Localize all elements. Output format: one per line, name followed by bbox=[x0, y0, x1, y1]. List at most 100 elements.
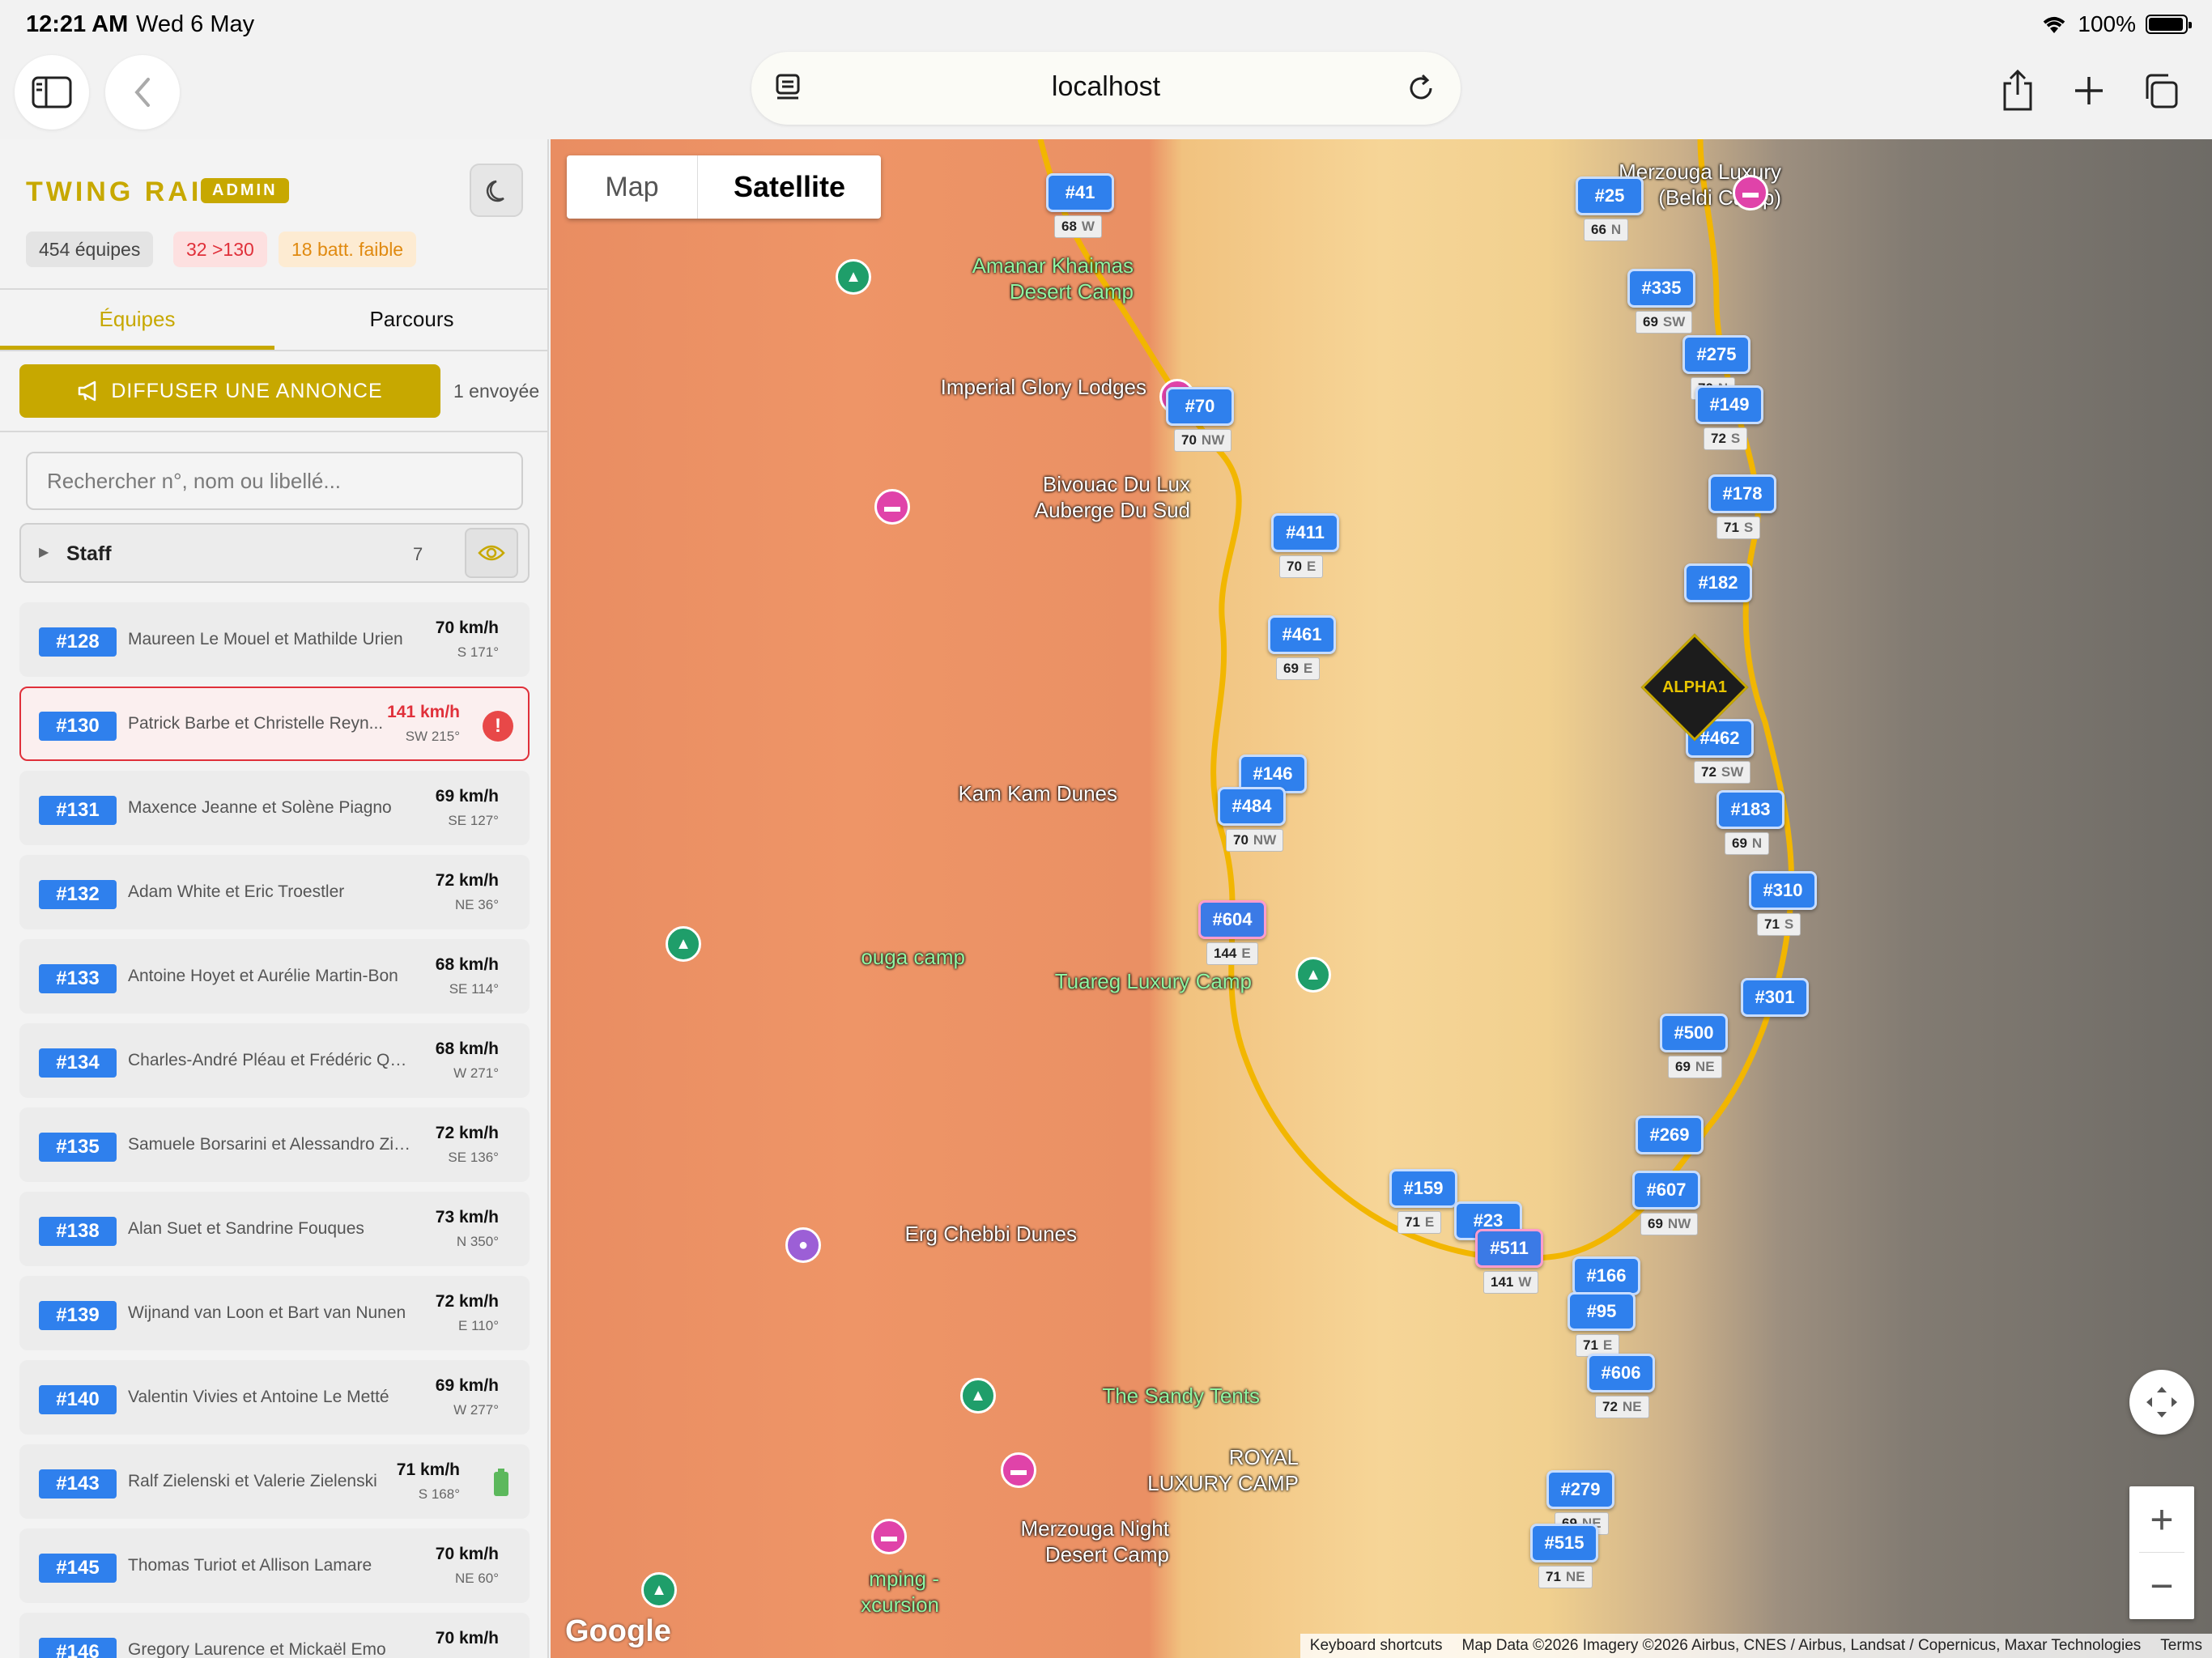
share-button[interactable] bbox=[1989, 62, 2047, 120]
map-type-map[interactable]: Map bbox=[567, 155, 698, 219]
poi-label[interactable]: mping - xcursion bbox=[861, 1566, 939, 1618]
google-logo: Google bbox=[565, 1614, 671, 1648]
team-marker[interactable]: #182 bbox=[1684, 563, 1752, 602]
hotel-icon[interactable]: ▬ bbox=[874, 489, 910, 525]
poi-label[interactable]: The Sandy Tents bbox=[1102, 1383, 1260, 1409]
marker-direction: E bbox=[1602, 1337, 1613, 1353]
team-marker[interactable]: #606 bbox=[1587, 1354, 1655, 1392]
team-marker-speed-label: 69 SW bbox=[1636, 311, 1693, 334]
team-row[interactable]: #143 Ralf Zielenski et Valerie Zielenski 7… bbox=[19, 1444, 530, 1519]
tab-routes[interactable]: Parcours bbox=[274, 301, 547, 350]
poi-label[interactable]: Amanar Khaimas Desert Camp bbox=[972, 253, 1134, 304]
team-row[interactable]: #128 Maureen Le Mouel et Mathilde Urien 70… bbox=[19, 602, 530, 677]
team-marker-speed-label: 69 NW bbox=[1640, 1213, 1699, 1235]
team-marker[interactable]: #279 bbox=[1546, 1470, 1614, 1509]
sidebar-toggle-button[interactable] bbox=[15, 55, 89, 130]
hotel-icon[interactable]: ▬ bbox=[1001, 1452, 1036, 1488]
zoom-in-button[interactable]: + bbox=[2129, 1486, 2194, 1553]
staff-visibility-button[interactable] bbox=[465, 528, 518, 578]
browser-toolbar: localhost bbox=[0, 50, 2212, 139]
poi-label[interactable]: Erg Chebbi Dunes bbox=[905, 1221, 1077, 1247]
team-row[interactable]: #146 Gregory Laurence et Mickaël Emo 70 km… bbox=[19, 1613, 530, 1658]
team-marker[interactable]: #269 bbox=[1636, 1116, 1704, 1154]
staff-group[interactable]: ▶ Staff 7 bbox=[19, 523, 530, 583]
team-row[interactable]: #145 Thomas Turiot et Allison Lamare 70 km… bbox=[19, 1528, 530, 1603]
map-type-satellite[interactable]: Satellite bbox=[698, 155, 881, 219]
poi-label[interactable]: Kam Kam Dunes bbox=[958, 780, 1117, 806]
team-marker[interactable]: #166 bbox=[1572, 1256, 1640, 1295]
team-row[interactable]: #139 Wijnand van Loon et Bart van Nunen 72… bbox=[19, 1276, 530, 1350]
team-marker[interactable]: #25 bbox=[1576, 176, 1644, 215]
team-marker[interactable]: #275 bbox=[1682, 335, 1750, 374]
camera-control-button[interactable] bbox=[2129, 1370, 2194, 1435]
address-bar[interactable]: localhost bbox=[751, 52, 1461, 125]
campsite-icon[interactable]: ▲ bbox=[960, 1378, 996, 1414]
poi-label[interactable]: ROYAL LUXURY CAMP bbox=[1147, 1444, 1299, 1496]
team-marker[interactable]: #41 bbox=[1046, 173, 1114, 212]
tab-teams[interactable]: Équipes bbox=[0, 301, 274, 350]
team-marker-speed-label: 144 E bbox=[1206, 942, 1258, 965]
team-marker[interactable]: #604 bbox=[1198, 900, 1266, 939]
theme-toggle-button[interactable] bbox=[470, 164, 523, 217]
keyboard-shortcuts-link[interactable]: Keyboard shortcuts bbox=[1310, 1634, 1443, 1658]
team-marker[interactable]: #461 bbox=[1268, 615, 1336, 654]
poi-label[interactable]: Imperial Glory Lodges bbox=[941, 374, 1146, 400]
team-marker[interactable]: #159 bbox=[1389, 1169, 1457, 1208]
team-marker-speed-label: 69 N bbox=[1725, 832, 1770, 855]
team-heading: E 110° bbox=[458, 1318, 499, 1333]
team-marker[interactable]: #500 bbox=[1660, 1014, 1728, 1052]
staff-group-count: 7 bbox=[413, 544, 423, 564]
campsite-icon[interactable]: ▲ bbox=[1295, 957, 1331, 993]
team-row[interactable]: #135 Samuele Borsarini et Alessandro Zili… bbox=[19, 1107, 530, 1182]
new-tab-button[interactable] bbox=[2060, 62, 2118, 120]
search-input[interactable] bbox=[26, 452, 523, 510]
team-marker[interactable]: #95 bbox=[1568, 1292, 1636, 1331]
team-row[interactable]: #134 Charles-André Pléau et Frédéric Quei… bbox=[19, 1023, 530, 1098]
tabs-overview-button[interactable] bbox=[2131, 62, 2189, 120]
back-button[interactable] bbox=[105, 55, 180, 130]
broadcast-announcement-button[interactable]: DIFFUSER UNE ANNONCE bbox=[19, 364, 440, 418]
terms-link[interactable]: Terms bbox=[2160, 1634, 2202, 1658]
marker-speed: 70 bbox=[1287, 559, 1302, 574]
team-marker[interactable]: #411 bbox=[1271, 513, 1339, 552]
team-number-badge: #143 bbox=[39, 1469, 117, 1499]
team-marker[interactable]: #310 bbox=[1749, 871, 1817, 910]
team-row[interactable]: #140 Valentin Vivies et Antoine Le Metté 6… bbox=[19, 1360, 530, 1435]
marker-direction: E bbox=[1241, 946, 1251, 961]
poi-label[interactable]: Merzouga Night Desert Camp bbox=[1020, 1516, 1169, 1567]
team-marker[interactable]: #484 bbox=[1218, 787, 1286, 826]
campsite-icon[interactable]: ▲ bbox=[836, 259, 871, 295]
team-marker[interactable]: #515 bbox=[1530, 1524, 1598, 1562]
plus-icon bbox=[2075, 77, 2103, 104]
team-marker[interactable]: #301 bbox=[1741, 978, 1809, 1017]
team-marker[interactable]: #178 bbox=[1708, 474, 1776, 513]
team-heading: NE 60° bbox=[454, 1571, 499, 1586]
team-marker[interactable]: #607 bbox=[1632, 1171, 1700, 1209]
team-row[interactable]: #130 Patrick Barbe et Christelle Reyn... 1… bbox=[19, 687, 530, 761]
map-view[interactable]: Merzouga Luxury (Beldi Camp)▬Amanar Khai… bbox=[551, 139, 2212, 1658]
team-marker[interactable]: #149 bbox=[1695, 385, 1763, 424]
team-heading: SE 136° bbox=[448, 1150, 499, 1165]
zoom-out-button[interactable]: − bbox=[2129, 1553, 2194, 1619]
team-marker[interactable]: #70 bbox=[1166, 387, 1234, 426]
hotel-icon[interactable]: ▬ bbox=[871, 1519, 907, 1554]
camera-icon[interactable]: ● bbox=[785, 1227, 821, 1263]
reload-icon[interactable] bbox=[1406, 73, 1436, 104]
poi-label[interactable]: ouga camp bbox=[861, 944, 965, 970]
marker-direction: S bbox=[1730, 431, 1741, 446]
poi-label[interactable]: Tuareg Luxury Camp bbox=[1055, 968, 1252, 994]
campsite-icon[interactable]: ▲ bbox=[666, 926, 701, 962]
team-row[interactable]: #133 Antoine Hoyet et Aurélie Martin-Bon 6… bbox=[19, 939, 530, 1014]
marker-direction: NW bbox=[1667, 1216, 1691, 1231]
stat-low-battery-badge[interactable]: 18 batt. faible bbox=[279, 232, 417, 267]
team-marker[interactable]: #511 bbox=[1475, 1229, 1543, 1268]
team-marker[interactable]: #183 bbox=[1716, 790, 1784, 829]
poi-label[interactable]: Bivouac Du Lux Auberge Du Sud bbox=[1035, 471, 1190, 523]
team-row[interactable]: #132 Adam White et Eric Troestler 72 km/h N… bbox=[19, 855, 530, 929]
team-row[interactable]: #138 Alan Suet et Sandrine Fouques 73 km/h… bbox=[19, 1192, 530, 1266]
team-row[interactable]: #131 Maxence Jeanne et Solène Piagno 69 km… bbox=[19, 771, 530, 845]
stat-overspeed-badge[interactable]: 32 >130 bbox=[173, 232, 267, 267]
campsite-icon[interactable]: ▲ bbox=[641, 1572, 677, 1608]
hotel-icon[interactable]: ▬ bbox=[1733, 175, 1768, 210]
team-marker[interactable]: #335 bbox=[1627, 269, 1695, 308]
